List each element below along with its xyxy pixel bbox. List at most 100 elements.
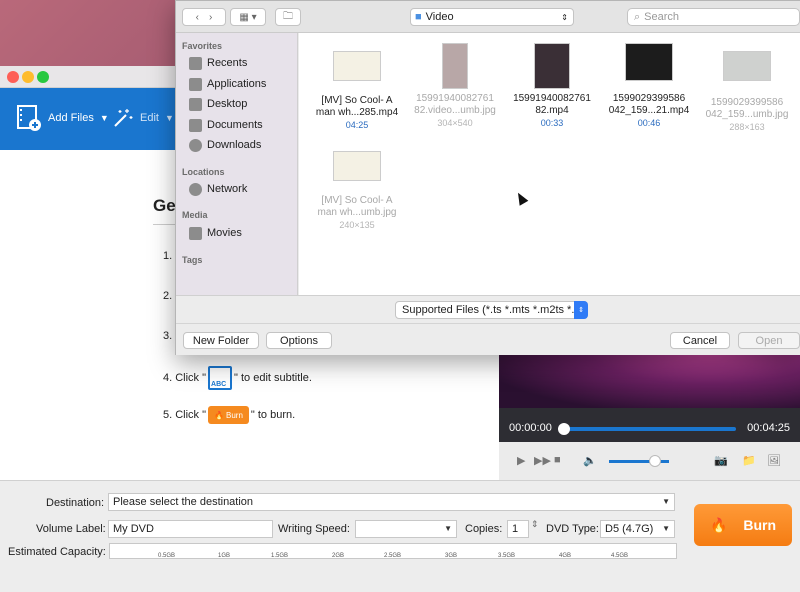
sidebar-item-documents[interactable]: Documents [189, 117, 263, 133]
capacity-tick: 3.5GB [498, 553, 516, 559]
downloads-icon [189, 138, 202, 152]
sidebar-item-network[interactable]: Network [189, 181, 247, 197]
location-label: Video [425, 11, 454, 23]
dvd-type-label: DVD Type: [546, 523, 599, 535]
folder-icon[interactable]: 📁 [742, 454, 756, 467]
options-button[interactable]: Options [266, 332, 332, 349]
search-field[interactable]: ⌕ Search [627, 8, 800, 26]
sidebar-item-label: Documents [207, 119, 263, 131]
capacity-tick: 4GB [559, 553, 572, 559]
burn-mini-badge: 🔥 Burn [208, 406, 249, 424]
sidebar-item-applications[interactable]: Applications [189, 76, 266, 92]
play-icon[interactable]: ▶ [517, 454, 525, 467]
destination-select[interactable]: Please select the destination [108, 493, 675, 511]
location-popup[interactable]: ■ Video ⇕ [410, 8, 574, 26]
movies-icon [189, 226, 202, 240]
zoom-window-button[interactable] [37, 71, 49, 83]
file-name-line2: man wh...umb.jpg [317, 207, 397, 218]
file-item[interactable]: 15991940082761 82.mp4 00:33 [504, 43, 600, 129]
volume-label-input[interactable]: My DVD [108, 520, 273, 538]
add-files-button[interactable]: Add Files ▼ [16, 100, 109, 136]
film-add-icon [17, 105, 41, 131]
edit-label: Edit [140, 112, 159, 124]
magic-wand-icon [114, 109, 133, 127]
copies-input[interactable]: 1 [507, 520, 529, 538]
chevron-updown-icon: ⇕ [561, 12, 568, 22]
capacity-tick: 4.5GB [611, 553, 629, 559]
back-forward-buttons[interactable]: ‹ › [182, 8, 226, 26]
chevron-left-icon[interactable]: ‹ [196, 12, 199, 23]
file-format-select[interactable]: Supported Files (*.ts *.mts *.m2ts *... … [395, 301, 588, 319]
new-folder-button[interactable]: New Folder [183, 332, 259, 349]
guide-step-4: 4. Click " " to edit subtitle. [163, 366, 312, 390]
dialog-sidebar: Favorites Recents Applications Desktop D… [176, 33, 298, 295]
file-item[interactable]: 1599029399586 042_159...21.mp4 00:46 [601, 43, 697, 129]
desktop-icon [189, 97, 202, 111]
fire-icon: 🔥 [214, 410, 224, 420]
capacity-tick: 2GB [332, 553, 345, 559]
seek-bar[interactable] [563, 427, 736, 431]
new-folder-toolbar-button[interactable]: 🗀 [275, 8, 301, 26]
burn-button[interactable]: 🔥 Burn [694, 504, 792, 546]
sidebar-item-label: Recents [207, 57, 248, 69]
cancel-button[interactable]: Cancel [670, 332, 730, 349]
snapshot-icon[interactable]: 📷 [714, 454, 728, 467]
file-format-label: Supported Files (*.ts *.mts *.m2ts *... [402, 304, 581, 316]
chevron-down-icon: ▼ [99, 113, 109, 123]
sidebar-item-recents[interactable]: Recents [189, 55, 247, 71]
video-thumbnail [534, 43, 570, 89]
file-name-line1: 1599029399586 [710, 97, 784, 108]
volume-handle[interactable] [649, 455, 661, 467]
sidebar-item-label: Desktop [207, 98, 248, 110]
file-browser: [MV] So Cool- A man wh...285.mp4 04:25 1… [299, 33, 800, 295]
sidebar-item-label: Network [207, 183, 248, 195]
image-dimensions: 240×135 [339, 220, 375, 230]
copies-label: Copies: [465, 523, 503, 535]
chevron-right-icon[interactable]: › [209, 12, 212, 23]
volume-icon[interactable]: 🔈 [583, 454, 597, 467]
file-name-line2: 82.video...umb.jpg [414, 105, 496, 116]
format-bar: Supported Files (*.ts *.mts *.m2ts *... … [176, 295, 800, 323]
file-name-line1: [MV] So Cool- A [321, 95, 393, 106]
destination-label: Destination: [46, 497, 105, 509]
chevron-updown-icon: ⇕ [574, 301, 588, 319]
network-icon [189, 182, 202, 196]
guide-step-5: 5. Click " 🔥 Burn " to burn. [163, 406, 295, 424]
close-window-button[interactable] [7, 71, 19, 83]
sidebar-item-movies[interactable]: Movies [189, 225, 242, 241]
file-item[interactable]: [MV] So Cool- A man wh...285.mp4 04:25 [309, 47, 405, 131]
copies-stepper-icon[interactable]: ⇕ [531, 519, 539, 530]
burn-mini-label: Burn [226, 410, 243, 420]
minimize-window-button[interactable] [22, 71, 34, 83]
dvd-type-select[interactable]: D5 (4.7G) [600, 520, 675, 538]
capacity-bar: 0.5GB 1GB 1.5GB 2GB 2.5GB 3GB 3.5GB 4GB … [109, 543, 677, 559]
file-name-line1: [MV] So Cool- A [321, 195, 393, 206]
fast-forward-icon[interactable]: ▶▶ [534, 454, 551, 467]
open-button[interactable]: Open [738, 332, 800, 349]
burn-settings-panel: Destination: Please select the destinati… [0, 480, 800, 592]
image-icon[interactable]: 🖼 [767, 454, 781, 467]
sidebar-item-downloads[interactable]: Downloads [189, 137, 261, 153]
writing-speed-select[interactable] [355, 520, 457, 538]
file-item[interactable]: 15991940082761 82.video...umb.jpg 304×54… [407, 43, 503, 129]
documents-icon [189, 118, 202, 132]
sidebar-item-desktop[interactable]: Desktop [189, 96, 247, 112]
current-time: 00:00:00 [509, 422, 552, 434]
edit-button[interactable]: Edit ▼ [112, 100, 174, 136]
capacity-tick: 1GB [218, 553, 231, 559]
file-item[interactable]: 1599029399586 042_159...umb.jpg 288×163 [699, 43, 795, 133]
guide-step-4-suffix: " to edit subtitle. [234, 372, 312, 384]
file-duration: 00:33 [540, 118, 564, 128]
guide-step-5-prefix: 5. Click " [163, 409, 207, 421]
view-mode-button[interactable]: ▦ ▾ [230, 8, 266, 26]
stop-icon[interactable]: ■ [554, 454, 561, 466]
sidebar-item-label: Applications [207, 78, 267, 90]
tags-heading: Tags [182, 255, 203, 265]
video-thumbnail [333, 51, 381, 81]
seek-handle[interactable] [558, 423, 570, 435]
capacity-tick: 3GB [445, 553, 458, 559]
recents-icon [189, 56, 202, 70]
file-name-line2: 042_159...umb.jpg [705, 109, 789, 120]
file-item[interactable]: [MV] So Cool- A man wh...umb.jpg 240×135 [309, 151, 405, 231]
capacity-tick: 1.5GB [271, 553, 289, 559]
